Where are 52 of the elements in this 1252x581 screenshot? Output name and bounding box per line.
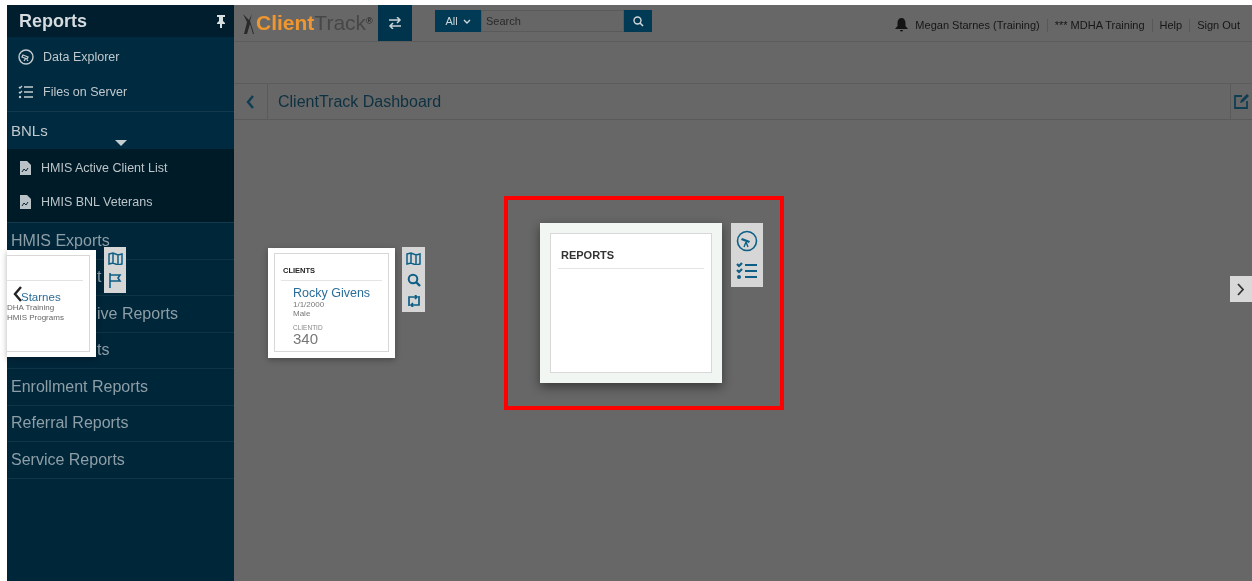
search-field[interactable]: Search (481, 10, 624, 32)
header-link[interactable]: Sign Out (1197, 19, 1240, 31)
sidebar-item[interactable]: Referral Reports (11, 414, 129, 433)
sidebar-item[interactable]: t (97, 268, 102, 287)
person-detail: DHA Training (7, 303, 56, 313)
sidebar-item[interactable]: HMIS Exports (11, 231, 110, 250)
client-id: 340 (293, 331, 320, 346)
next-button[interactable] (1230, 276, 1252, 302)
person-detail: HMIS Programs (7, 313, 65, 323)
header-link[interactable]: Help (1159, 19, 1183, 31)
card-title: REPORTS (558, 234, 704, 269)
search-icon (632, 15, 644, 27)
sidebar-item[interactable]: Files on Server (7, 74, 234, 109)
sidebar-section[interactable]: BNLs (7, 112, 234, 149)
search-icon[interactable] (406, 273, 421, 287)
bell-icon[interactable] (895, 18, 909, 32)
checklist-icon (18, 84, 34, 99)
client-detail: 1/1/2000 (293, 300, 326, 309)
scope-dropdown[interactable]: All (435, 10, 481, 32)
chevron-left-icon[interactable] (13, 286, 23, 302)
sidebar-item[interactable]: Service Reports (11, 450, 125, 469)
map-icon[interactable] (406, 252, 421, 265)
pin-icon[interactable] (216, 14, 226, 28)
sidebar-title: Reports (19, 10, 87, 32)
swap-icon (388, 17, 402, 29)
document-icon (20, 161, 31, 175)
chevron-right-icon (1237, 282, 1245, 296)
chevron-icon (462, 18, 471, 24)
client-name[interactable]: Rocky Givens (293, 286, 382, 300)
figure-icon (240, 13, 254, 35)
repeat-icon[interactable] (405, 295, 422, 307)
search-button[interactable] (624, 10, 652, 32)
sidebar-item[interactable]: ts (97, 341, 110, 360)
person-name[interactable]: Starnes (21, 291, 61, 303)
header-link[interactable]: Megan Starnes (Training) (915, 19, 1040, 31)
client-detail: Male (293, 309, 312, 318)
page-title: ClientTrack Dashboard (278, 92, 442, 111)
header-link[interactable]: *** MDHA Training (1054, 19, 1145, 31)
sidebar-item[interactable]: Data Explorer (7, 39, 234, 74)
sidebar-item[interactable]: ive Reports (97, 304, 178, 323)
chevron-left-icon (246, 94, 255, 109)
telescope-icon[interactable] (736, 230, 758, 252)
telescope-icon (18, 48, 34, 65)
sidebar-item[interactable]: Enrollment Reports (11, 377, 148, 396)
checklist-icon[interactable] (736, 262, 758, 280)
flag-icon[interactable] (108, 273, 122, 288)
sidebar-item[interactable]: HMIS Active Client List (7, 151, 234, 185)
switch-button[interactable] (378, 5, 412, 41)
map-icon[interactable] (107, 252, 123, 265)
document-icon (20, 195, 31, 209)
sidebar-item[interactable]: HMIS BNL Veterans (7, 185, 234, 219)
edit-icon (1234, 94, 1249, 109)
